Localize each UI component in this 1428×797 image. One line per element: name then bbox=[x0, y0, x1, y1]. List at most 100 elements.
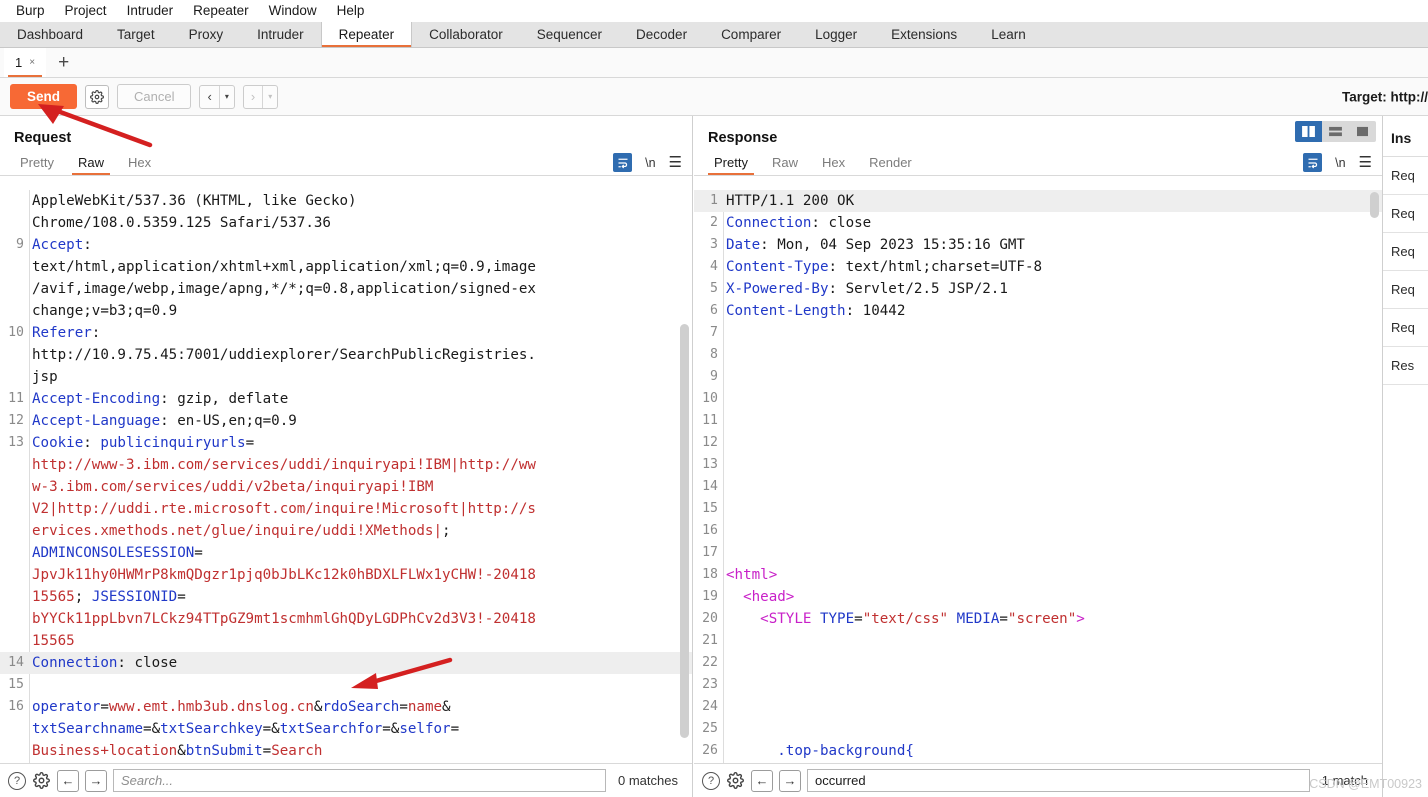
code-token: : en-US,en;q=0.9 bbox=[160, 413, 297, 429]
line-number bbox=[0, 586, 30, 608]
response-search-input[interactable] bbox=[807, 769, 1310, 792]
inspector-item-1[interactable]: Req bbox=[1383, 195, 1428, 233]
prev-request-group[interactable]: ‹ ▾ bbox=[199, 84, 235, 109]
help-icon[interactable]: ? bbox=[702, 771, 720, 790]
watermark: CSDN @EMT00923 bbox=[1309, 777, 1422, 791]
response-scrollbar[interactable] bbox=[1370, 192, 1379, 747]
code-text: ADMINCONSOLESESSION= bbox=[30, 542, 692, 564]
tab-target[interactable]: Target bbox=[100, 22, 172, 47]
code-text: text/html,application/xhtml+xml,applicat… bbox=[30, 256, 692, 278]
code-token: /avif,image/webp,image/apng,*/*;q=0.8,ap… bbox=[32, 281, 536, 297]
inspector-item-2[interactable]: Req bbox=[1383, 233, 1428, 271]
request-tab-raw[interactable]: Raw bbox=[66, 155, 116, 175]
search-prev-button[interactable]: ← bbox=[751, 769, 773, 792]
search-settings-gear-icon[interactable] bbox=[32, 771, 51, 790]
request-editor[interactable]: AppleWebKit/537.36 (KHTML, like Gecko) C… bbox=[0, 190, 692, 763]
menu-item-window[interactable]: Window bbox=[259, 0, 327, 22]
search-prev-button[interactable]: ← bbox=[57, 769, 79, 792]
line-number: 17 bbox=[702, 545, 718, 560]
line-number bbox=[0, 630, 30, 652]
line-number: 20 bbox=[702, 611, 718, 626]
tab-collaborator[interactable]: Collaborator bbox=[412, 22, 520, 47]
code-token: txtSearchkey bbox=[160, 721, 263, 737]
code-text: V2|http://uddi.rte.microsoft.com/inquire… bbox=[30, 498, 692, 520]
response-tab-render[interactable]: Render bbox=[857, 155, 924, 175]
request-code: AppleWebKit/537.36 (KHTML, like Gecko) C… bbox=[0, 190, 692, 762]
response-scrollbar-thumb[interactable] bbox=[1370, 192, 1379, 218]
request-tab-hex[interactable]: Hex bbox=[116, 155, 163, 175]
response-tab-pretty[interactable]: Pretty bbox=[702, 155, 760, 175]
code-text: AppleWebKit/537.36 (KHTML, like Gecko) bbox=[30, 190, 692, 212]
split-horizontal-icon[interactable] bbox=[1322, 121, 1349, 142]
menu-item-intruder[interactable]: Intruder bbox=[117, 0, 184, 22]
tab-proxy[interactable]: Proxy bbox=[172, 22, 241, 47]
code-token: text/html,application/xhtml+xml,applicat… bbox=[32, 259, 536, 275]
line-number: 11 bbox=[8, 391, 24, 406]
tab-dashboard[interactable]: Dashboard bbox=[0, 22, 100, 47]
search-next-button[interactable]: → bbox=[779, 769, 801, 792]
response-menu-icon[interactable]: ☰ bbox=[1359, 155, 1372, 170]
menu-item-repeater[interactable]: Repeater bbox=[183, 0, 259, 22]
single-pane-icon[interactable] bbox=[1349, 121, 1376, 142]
code-token: w-3.ibm.com/services/uddi/v2beta/inquiry… bbox=[32, 479, 434, 495]
menu-item-project[interactable]: Project bbox=[55, 0, 117, 22]
menu-item-burp[interactable]: Burp bbox=[6, 0, 55, 22]
tab-sequencer[interactable]: Sequencer bbox=[520, 22, 619, 47]
inspector-item-3[interactable]: Req bbox=[1383, 271, 1428, 309]
inspector-item-4[interactable]: Req bbox=[1383, 309, 1428, 347]
tab-decoder[interactable]: Decoder bbox=[619, 22, 704, 47]
line-number: 10 bbox=[702, 391, 718, 406]
next-arrow-icon[interactable]: › bbox=[244, 86, 262, 108]
gear-icon[interactable] bbox=[85, 84, 110, 109]
close-icon[interactable]: × bbox=[29, 57, 35, 68]
prev-arrow-icon[interactable]: ‹ bbox=[200, 86, 218, 108]
cancel-button[interactable]: Cancel bbox=[117, 84, 192, 109]
search-settings-gear-icon[interactable] bbox=[726, 771, 745, 790]
split-vertical-icon[interactable] bbox=[1295, 121, 1322, 142]
code-token: =& bbox=[262, 721, 280, 737]
code-text: Connection: close bbox=[724, 212, 1382, 234]
tab-learn[interactable]: Learn bbox=[974, 22, 1043, 47]
code-line: 16 bbox=[694, 520, 1382, 542]
tab-logger[interactable]: Logger bbox=[798, 22, 874, 47]
help-icon[interactable]: ? bbox=[8, 771, 26, 790]
line-number: 8 bbox=[710, 347, 718, 362]
response-title: Response bbox=[708, 130, 778, 146]
word-wrap-icon[interactable] bbox=[613, 153, 633, 172]
menu-item-help[interactable]: Help bbox=[327, 0, 375, 22]
code-text: Accept-Encoding: gzip, deflate bbox=[30, 388, 692, 410]
newline-icon[interactable]: \n bbox=[645, 156, 655, 170]
tab-repeater[interactable]: Repeater bbox=[320, 22, 413, 47]
tab-intruder[interactable]: Intruder bbox=[240, 22, 321, 47]
code-line: http://10.9.75.45:7001/uddiexplorer/Sear… bbox=[0, 344, 692, 366]
code-line: 15565; JSESSIONID= bbox=[0, 586, 692, 608]
response-tab-hex[interactable]: Hex bbox=[810, 155, 857, 175]
code-token: selfor bbox=[399, 721, 451, 737]
code-text: Content-Type: text/html;charset=UTF-8 bbox=[724, 256, 1382, 278]
newline-icon[interactable]: \n bbox=[1335, 156, 1345, 170]
response-editor[interactable]: 1 HTTP/1.1 200 OK 2 Connection: close 3 Date:… bbox=[694, 190, 1382, 763]
prev-dropdown-caret-icon[interactable]: ▾ bbox=[220, 86, 234, 108]
search-next-button[interactable]: → bbox=[85, 769, 107, 792]
next-request-group[interactable]: › ▾ bbox=[242, 84, 279, 109]
request-scrollbar[interactable] bbox=[680, 324, 689, 747]
request-search-input[interactable] bbox=[113, 769, 607, 792]
request-scrollbar-thumb[interactable] bbox=[680, 324, 689, 738]
tab-comparer[interactable]: Comparer bbox=[704, 22, 798, 47]
next-dropdown-caret-icon[interactable]: ▾ bbox=[263, 86, 277, 108]
request-menu-icon[interactable]: ☰ bbox=[669, 155, 682, 170]
word-wrap-icon[interactable] bbox=[1303, 153, 1323, 172]
add-tab-icon[interactable]: + bbox=[46, 48, 81, 77]
send-button[interactable]: Send bbox=[10, 84, 78, 109]
inspector-item-0[interactable]: Req bbox=[1383, 157, 1428, 195]
response-tab-raw[interactable]: Raw bbox=[760, 155, 810, 175]
code-line: Chrome/108.0.5359.125 Safari/537.36 bbox=[0, 212, 692, 234]
tab-extensions[interactable]: Extensions bbox=[874, 22, 974, 47]
line-number: 18 bbox=[702, 567, 718, 582]
inspector-item-5[interactable]: Res bbox=[1383, 347, 1428, 385]
code-token: Content-Type bbox=[726, 259, 829, 275]
request-tab-pretty[interactable]: Pretty bbox=[8, 155, 66, 175]
repeater-tab-1[interactable]: 1 × bbox=[4, 48, 47, 77]
code-token: <STYLE bbox=[726, 611, 820, 627]
